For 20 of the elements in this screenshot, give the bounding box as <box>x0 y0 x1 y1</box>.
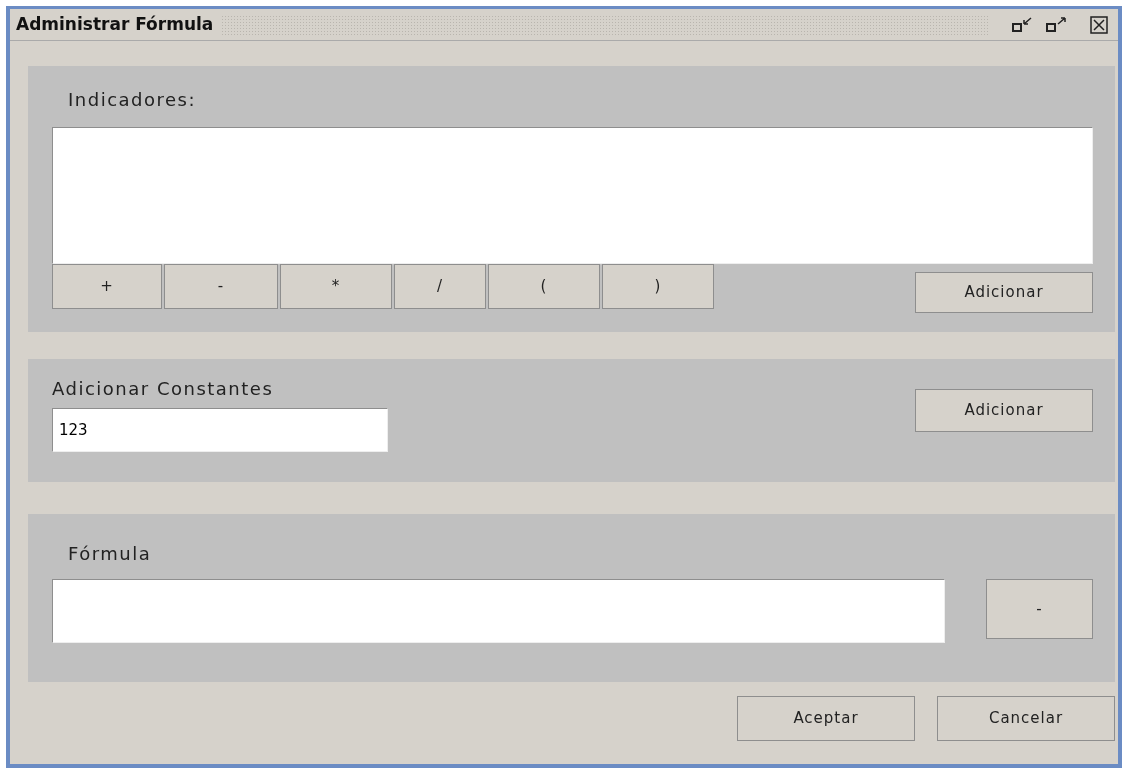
minimize-icon[interactable] <box>1012 16 1034 33</box>
field-label: Fórmula <box>68 542 153 566</box>
operator-button[interactable]: / <box>394 264 486 309</box>
close-icon[interactable] <box>1090 15 1108 34</box>
field-label: Adicionar Constantes <box>52 377 275 401</box>
operator-button[interactable]: + <box>52 264 162 309</box>
maximize-icon[interactable] <box>1046 16 1068 33</box>
constant-input[interactable]: 123 <box>52 408 388 452</box>
cancel-button[interactable]: Cancelar <box>937 696 1115 741</box>
operator-button[interactable]: ) <box>602 264 714 309</box>
window-title: Administrar Fórmula <box>16 12 215 36</box>
operator-button[interactable]: * <box>280 264 392 309</box>
remove-button[interactable]: - <box>986 579 1093 639</box>
add-button[interactable]: Adicionar <box>915 389 1093 432</box>
add-button[interactable]: Adicionar <box>915 272 1093 313</box>
operator-button[interactable]: - <box>164 264 278 309</box>
formula-field[interactable] <box>52 579 945 643</box>
accept-button[interactable]: Aceptar <box>737 696 915 741</box>
operator-button[interactable]: ( <box>488 264 600 309</box>
field-label: Indicadores: <box>68 88 198 112</box>
